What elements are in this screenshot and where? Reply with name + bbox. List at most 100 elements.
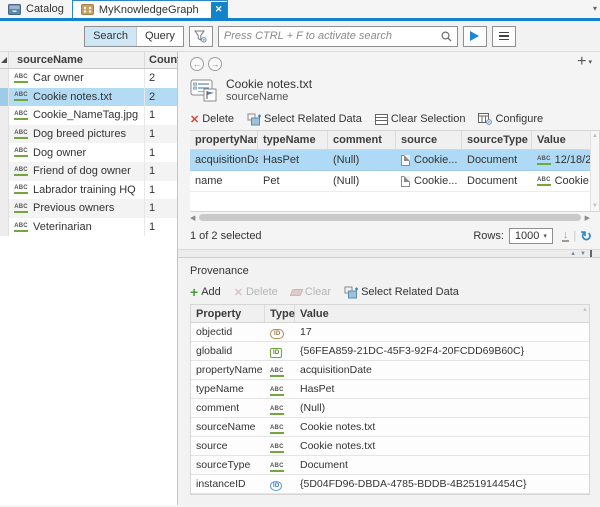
type-icon-cell (9, 92, 33, 101)
provenance-row[interactable]: sourceName Cookie notes.txt (191, 418, 589, 437)
panel-splitter[interactable]: ▲ ▼ (178, 249, 600, 258)
load-rows-icon[interactable]: ↓ (562, 231, 570, 242)
expand-up-icon[interactable]: ▲ (570, 251, 576, 257)
provenance-row[interactable]: typeName HasPet (191, 380, 589, 399)
refresh-icon[interactable]: ↻ (580, 230, 592, 242)
list-item[interactable]: Dog owner 1 (0, 143, 177, 162)
rows-dropdown[interactable]: 1000 ▾ (509, 228, 553, 244)
add-label: Add (201, 286, 221, 298)
list-item[interactable]: Friend of dog owner 1 (0, 162, 177, 181)
column-header[interactable]: sourceType (462, 131, 532, 149)
source-name: Cookie_NameTag.jpg (33, 109, 144, 121)
provenance-table: PropertyTypeValue objectid 17 gl (190, 304, 590, 495)
column-header[interactable]: typeName (258, 131, 328, 149)
column-header[interactable]: Type (265, 305, 295, 322)
detail-actions-toolbar: ✕ Delete Select Related Data (190, 108, 600, 130)
select-all-corner[interactable] (0, 52, 9, 68)
column-header[interactable]: Value (532, 131, 590, 149)
table-row[interactable]: acquisitionDate HasPet (Null) Cookie... … (190, 150, 590, 171)
provenance-row[interactable]: sourceType Document (191, 456, 589, 475)
expand-down-icon[interactable]: ▼ (580, 251, 586, 257)
provenance-row[interactable]: propertyName acquisitionDate (191, 361, 589, 380)
column-header[interactable]: propertyName (190, 131, 258, 149)
source-count: 1 (144, 199, 177, 218)
scroll-right-icon[interactable]: ▶ (585, 214, 590, 222)
row-selector[interactable] (0, 162, 9, 181)
forward-button[interactable]: → (208, 57, 222, 71)
close-icon[interactable]: ✕ (211, 2, 227, 18)
add-view-button[interactable]: + ▾ (577, 55, 592, 69)
scrollbar-thumb[interactable] (199, 214, 580, 221)
cell-value: (Null) (295, 402, 589, 414)
clear-selection-button[interactable]: Clear Selection (375, 113, 466, 125)
provenance-row[interactable]: objectid 17 (191, 323, 589, 342)
row-selector[interactable] (0, 143, 9, 162)
select-related-data-button[interactable]: Select Related Data (247, 113, 362, 126)
scroll-up-icon[interactable]: ▲ (592, 133, 598, 139)
back-button[interactable]: ← (190, 57, 204, 71)
source-name: Labrador training HQ (33, 184, 144, 196)
column-header[interactable]: comment (328, 131, 396, 149)
vertical-scrollbar[interactable]: ▲ ▼ (590, 131, 599, 211)
cell-value: Cookie (532, 175, 590, 187)
row-selector[interactable] (0, 69, 9, 88)
row-selector[interactable] (0, 218, 9, 237)
table-row[interactable]: name Pet (Null) Cookie... Document Cooki… (190, 171, 590, 192)
cell-type (265, 439, 295, 453)
list-item[interactable]: Previous owners 1 (0, 199, 177, 218)
tab-catalog[interactable]: Catalog (0, 0, 72, 18)
run-search-button[interactable] (463, 26, 487, 47)
run-play-icon (470, 31, 479, 41)
row-selector[interactable] (0, 199, 9, 218)
add-button[interactable]: + Add (190, 286, 221, 298)
provenance-row[interactable]: comment (Null) (191, 399, 589, 418)
provenance-row[interactable]: instanceID {5D04FD96-DBDA-4785-BDDB-4B25… (191, 475, 589, 494)
delete-button-disabled[interactable]: ✕ Delete (234, 286, 278, 299)
column-header[interactable]: source (396, 131, 462, 149)
column-header-count[interactable]: Count (144, 52, 177, 68)
row-selector[interactable] (0, 181, 9, 200)
list-item[interactable]: Cookie_NameTag.jpg 1 (0, 106, 177, 125)
type-icon (270, 406, 284, 415)
source-count: 1 (144, 125, 177, 144)
configure-button[interactable]: Configure (478, 113, 543, 125)
options-menu-button[interactable] (492, 26, 516, 47)
cell-type (265, 478, 295, 491)
page-title: Cookie notes.txt (226, 77, 312, 91)
row-selector[interactable] (0, 125, 9, 144)
search-input[interactable] (224, 30, 441, 42)
list-item[interactable]: Veterinarian 1 (0, 218, 177, 237)
provenance-row[interactable]: source Cookie notes.txt (191, 437, 589, 456)
tab-overflow-chevron-icon[interactable]: ▾ (593, 4, 597, 13)
abc-type-icon (14, 148, 28, 157)
horizontal-scrollbar[interactable]: ◀ ▶ (190, 212, 600, 223)
row-selector[interactable] (0, 106, 9, 125)
select-related-data-button[interactable]: Select Related Data (344, 286, 459, 299)
scroll-up-icon[interactable]: ▲ (582, 307, 588, 313)
tab-myknowledgegraph[interactable]: MyKnowledgeGraph ✕ (72, 0, 228, 18)
arrow-left-icon: ← (193, 59, 202, 69)
provenance-row[interactable]: globalid {56FEA859-21DC-45F3-92F4-20FCDD… (191, 342, 589, 361)
row-selector[interactable] (0, 88, 9, 107)
list-item[interactable]: Cookie notes.txt 2 (0, 88, 177, 107)
filter-button[interactable] (189, 26, 213, 47)
list-item[interactable]: Dog breed pictures 1 (0, 125, 177, 144)
list-item[interactable]: Labrador training HQ 1 (0, 181, 177, 200)
source-list-panel: sourceName Count Car owner 2 (0, 52, 178, 505)
cell-type (265, 401, 295, 415)
list-item[interactable]: Car owner 2 (0, 69, 177, 88)
column-header-sourcename[interactable]: sourceName (9, 54, 144, 66)
scroll-down-icon[interactable]: ▼ (592, 203, 598, 209)
cell-sourcetype: Document (462, 154, 532, 166)
column-header[interactable]: Value (295, 305, 589, 322)
delete-button[interactable]: ✕ Delete (190, 113, 234, 126)
clear-button-disabled[interactable]: Clear (291, 286, 331, 298)
scroll-left-icon[interactable]: ◀ (190, 214, 195, 222)
query-mode-button[interactable]: Query (136, 27, 183, 46)
delete-x-icon: ✕ (234, 286, 243, 299)
type-icon-cell (9, 185, 33, 194)
splitter-grip[interactable] (590, 250, 592, 257)
column-header[interactable]: Property (191, 305, 265, 322)
search-mode-button[interactable]: Search (85, 27, 136, 46)
nav-row: ← → + ▾ (190, 52, 600, 72)
